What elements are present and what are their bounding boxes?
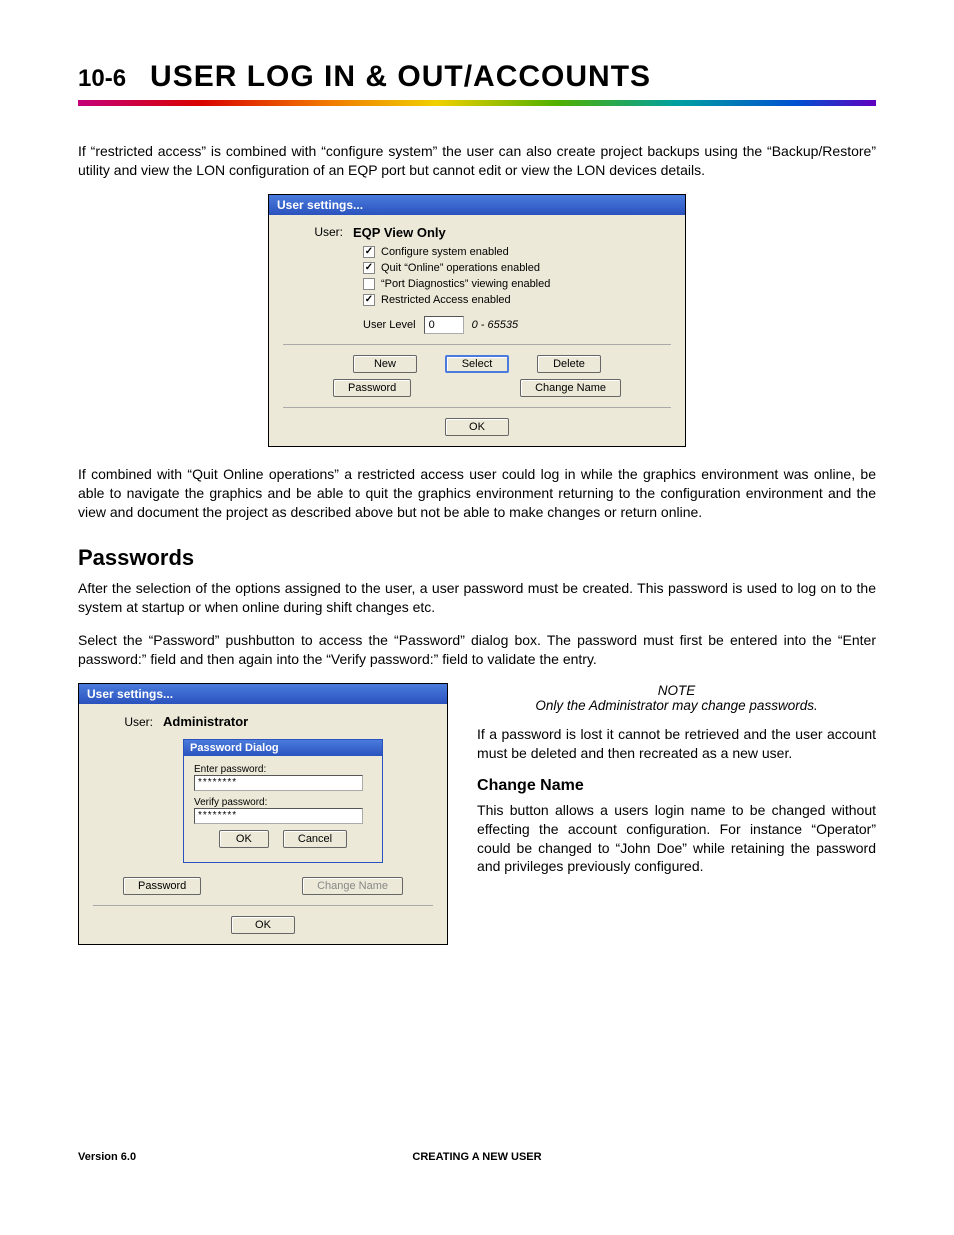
user-label-2: User: bbox=[93, 715, 163, 729]
new-button[interactable]: New bbox=[353, 355, 417, 373]
select-button[interactable]: Select bbox=[445, 355, 509, 373]
ok-button-2[interactable]: OK bbox=[231, 916, 295, 934]
dialog-titlebar-2: User settings... bbox=[79, 684, 447, 704]
password-dialog-title: Password Dialog bbox=[184, 740, 382, 756]
note-label: NOTE bbox=[477, 683, 876, 698]
password-cancel-button[interactable]: Cancel bbox=[283, 830, 347, 848]
change-name-button[interactable]: Change Name bbox=[520, 379, 621, 397]
user-label: User: bbox=[283, 225, 353, 239]
change-name-heading: Change Name bbox=[477, 777, 876, 795]
quit-online-label: Quit “Online” operations enabled bbox=[381, 262, 540, 274]
passwords-heading: Passwords bbox=[78, 545, 876, 571]
enter-password-label: Enter password: bbox=[194, 764, 372, 775]
user-value-2: Administrator bbox=[163, 714, 248, 729]
configure-system-checkbox[interactable] bbox=[363, 246, 375, 258]
password-ok-button[interactable]: OK bbox=[219, 830, 269, 848]
user-level-range: 0 - 65535 bbox=[472, 319, 518, 331]
divider-bar bbox=[78, 100, 876, 106]
quit-online-checkbox[interactable] bbox=[363, 262, 375, 274]
user-settings-dialog: User settings... User: EQP View Only Con… bbox=[268, 194, 686, 447]
verify-password-input[interactable]: ******** bbox=[194, 808, 363, 824]
paragraph-lost-password: If a password is lost it cannot be retri… bbox=[477, 725, 876, 763]
paragraph-combined: If combined with “Quit Online operations… bbox=[78, 465, 876, 522]
user-value: EQP View Only bbox=[353, 225, 446, 240]
configure-system-label: Configure system enabled bbox=[381, 246, 509, 258]
port-diagnostics-checkbox[interactable] bbox=[363, 278, 375, 290]
ok-button[interactable]: OK bbox=[445, 418, 509, 436]
restricted-access-label: Restricted Access enabled bbox=[381, 294, 511, 306]
user-level-input[interactable]: 0 bbox=[424, 316, 464, 334]
password-button-2[interactable]: Password bbox=[123, 877, 201, 895]
port-diagnostics-label: “Port Diagnostics” viewing enabled bbox=[381, 278, 550, 290]
password-dialog: Password Dialog Enter password: ********… bbox=[183, 739, 383, 863]
page-title: USER LOG IN & OUT/ACCOUNTS bbox=[150, 60, 651, 94]
user-settings-dialog-2: User settings... User: Administrator Pas… bbox=[78, 683, 448, 945]
password-button[interactable]: Password bbox=[333, 379, 411, 397]
restricted-access-checkbox[interactable] bbox=[363, 294, 375, 306]
page-number: 10-6 bbox=[78, 65, 126, 93]
paragraph-passwords-2: Select the “Password” pushbutton to acce… bbox=[78, 631, 876, 669]
delete-button[interactable]: Delete bbox=[537, 355, 601, 373]
footer-section: CREATING A NEW USER bbox=[78, 1151, 876, 1163]
note-text: Only the Administrator may change passwo… bbox=[477, 698, 876, 713]
change-name-button-2[interactable]: Change Name bbox=[302, 877, 403, 895]
verify-password-label: Verify password: bbox=[194, 797, 372, 808]
paragraph-change-name: This button allows a users login name to… bbox=[477, 801, 876, 877]
paragraph-passwords-1: After the selection of the options assig… bbox=[78, 579, 876, 617]
dialog-titlebar: User settings... bbox=[269, 195, 685, 215]
paragraph-intro: If “restricted access” is combined with … bbox=[78, 142, 876, 180]
enter-password-input[interactable]: ******** bbox=[194, 775, 363, 791]
user-level-label: User Level bbox=[363, 319, 416, 331]
